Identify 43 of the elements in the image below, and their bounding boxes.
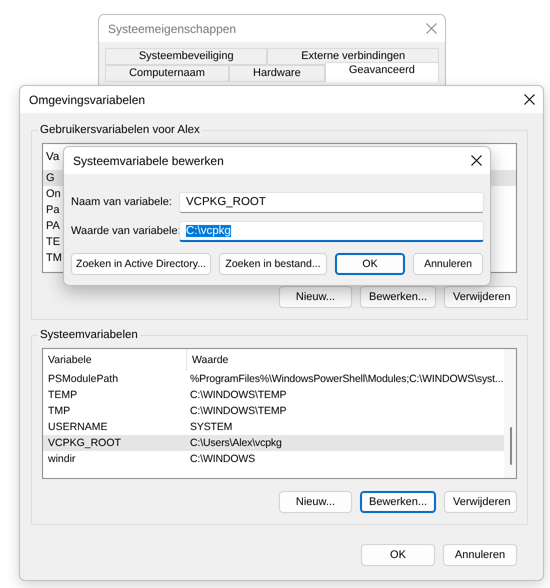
- close-icon[interactable]: [471, 155, 482, 166]
- field-label: Waarde van variabele:: [71, 224, 179, 240]
- scrollbar-thumb[interactable]: [510, 427, 512, 465]
- tab[interactable]: Systeembeveiliging: [105, 48, 268, 65]
- field-label: Naam van variabele:: [71, 195, 173, 210]
- column-header[interactable]: Waarde: [187, 349, 504, 371]
- table-cell-text: C:\WINDOWS\TEMP: [189, 388, 286, 403]
- tab[interactable]: Computernaam: [105, 65, 229, 82]
- table-cell-text: TMP: [47, 404, 72, 419]
- table-cell-text: C:\Users\Alex\vcpkg: [189, 436, 282, 451]
- group-title: Gebruikersvariabelen voor Alex: [39, 123, 201, 137]
- button[interactable]: Annuleren: [413, 253, 483, 275]
- input-field[interactable]: C:\vcpkg: [179, 221, 484, 242]
- button[interactable]: Zoeken in bestand...: [219, 253, 327, 275]
- button[interactable]: Annuleren: [443, 544, 517, 566]
- window-title: Systeemvariabele bewerken: [73, 152, 224, 170]
- group-title: Systeemvariabelen: [39, 328, 139, 342]
- tab[interactable]: Geavanceerd: [324, 62, 439, 82]
- button[interactable]: Bewerken...: [360, 286, 436, 308]
- table-cell-text: USERNAME: [47, 420, 109, 435]
- table-cell-text: C:\WINDOWS\TEMP: [189, 404, 286, 419]
- close-icon[interactable]: [524, 94, 535, 105]
- button[interactable]: Verwijderen: [444, 286, 517, 308]
- input-field[interactable]: VCPKG_ROOT: [179, 192, 484, 213]
- table-cell-text: %ProgramFiles%\WindowsPowerShell\Modules;C:\WINDOWS\syst...: [189, 372, 504, 387]
- tab[interactable]: Hardware: [228, 65, 325, 82]
- table-cell-text: SYSTEM: [189, 420, 232, 435]
- window-title: Omgevingsvariabelen: [29, 92, 146, 108]
- column-header[interactable]: Variabele: [43, 349, 187, 371]
- button[interactable]: Nieuw...: [279, 286, 352, 308]
- table-cell-text: VCPKG_ROOT: [47, 436, 122, 451]
- table-cell-text: windir: [47, 452, 76, 467]
- table-cell-text: C:\WINDOWS: [189, 452, 255, 467]
- button[interactable]: OK: [335, 253, 405, 275]
- button[interactable]: OK: [361, 544, 435, 566]
- window-title: Systeemeigenschappen: [108, 20, 236, 38]
- table-cell-text: TEMP: [47, 388, 78, 403]
- button[interactable]: Zoeken in Active Directory...: [71, 253, 211, 275]
- table-cell-text: PSModulePath: [47, 372, 120, 387]
- column-header: Va: [46, 150, 60, 165]
- button[interactable]: Nieuw...: [279, 491, 352, 513]
- button[interactable]: Verwijderen: [444, 491, 517, 513]
- button[interactable]: Bewerken...: [360, 491, 436, 513]
